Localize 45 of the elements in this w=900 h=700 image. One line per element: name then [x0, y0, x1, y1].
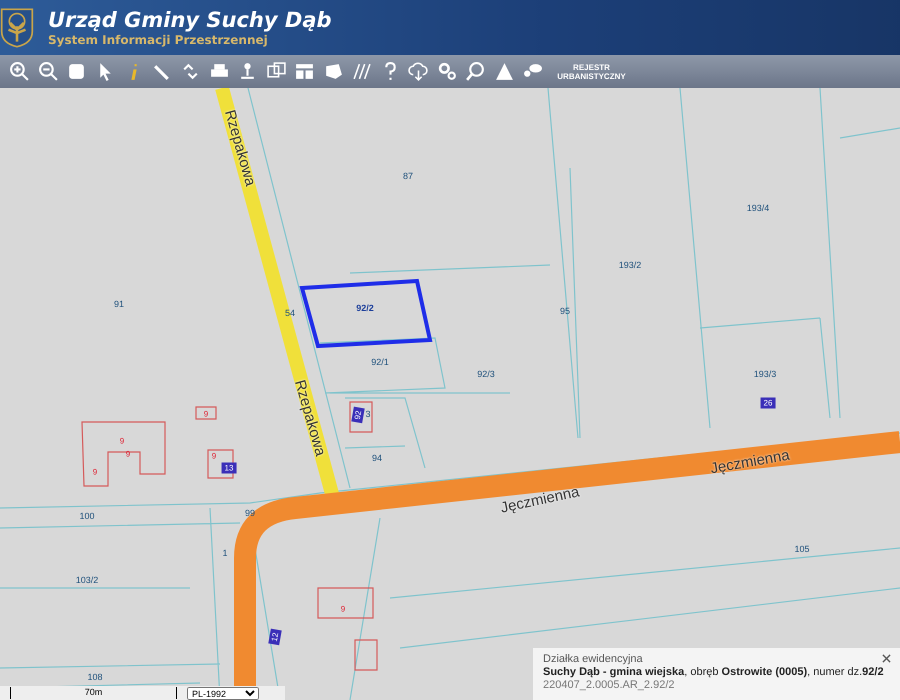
building-label: 9: [92, 468, 98, 476]
parcel-label: 105: [794, 544, 810, 554]
parcel-label: 92/1: [371, 357, 389, 367]
street-label: Jęczmienna: [709, 446, 791, 478]
parcel-description: Suchy Dąb - gmina wiejska, obręb Ostrowite (0005), numer dz.92/2: [543, 666, 885, 678]
building-label: 9: [340, 604, 346, 614]
search-icon[interactable]: [465, 61, 486, 82]
parcel-label: 100: [79, 511, 95, 521]
parcel-label: 87: [403, 171, 413, 181]
parcel-label: 103/2: [76, 575, 98, 585]
parcel-label: 54: [285, 308, 295, 318]
cloud-download-icon[interactable]: [408, 61, 429, 82]
app-subtitle: System Informacji Przestrzennej: [48, 32, 269, 48]
parcel-label: 95: [560, 306, 570, 316]
zoom-out-icon[interactable]: [38, 61, 58, 82]
house-number: 92: [351, 406, 365, 424]
parcel-label: 94: [372, 453, 382, 463]
close-icon[interactable]: [882, 654, 891, 663]
parcel-label: 91: [114, 299, 124, 309]
house-number: 26: [760, 398, 776, 408]
register-button[interactable]: REJESTR URBANISTYCZNY: [550, 62, 632, 80]
projection-dropdown[interactable]: PL-1992: [187, 686, 259, 700]
parcel-label: 108: [87, 672, 103, 682]
hatch-icon[interactable]: [351, 61, 372, 82]
parcel-label: 3: [366, 409, 370, 419]
layout-icon[interactable]: [294, 61, 315, 82]
building-label: 9: [212, 452, 216, 460]
parcel-identifier: 220407_2.0005.AR_2.92/2: [543, 679, 676, 691]
parcel-label: 92/3: [477, 369, 495, 379]
app-title: Urząd Gminy Suchy Dąb: [48, 8, 332, 32]
house-number: 12: [268, 628, 282, 646]
street-label: Jęczmienna: [499, 483, 581, 517]
parcel-label: 193/4: [746, 203, 770, 213]
zoom-in-icon[interactable]: [9, 61, 30, 82]
parcel-label: 92/2: [356, 303, 374, 313]
house-number: 13: [222, 462, 236, 474]
parcel-label: 193/2: [618, 260, 642, 270]
parcel-label: 1: [222, 548, 228, 558]
building-label: 9: [204, 410, 208, 418]
parcel-label: 193/3: [754, 369, 776, 379]
building-label: 9: [120, 436, 124, 446]
warning-icon[interactable]: [494, 61, 514, 82]
scale-label: 70m: [84, 687, 102, 699]
parcel-label: 99: [245, 508, 255, 518]
info-title: Działka ewidencyjna: [543, 653, 643, 665]
